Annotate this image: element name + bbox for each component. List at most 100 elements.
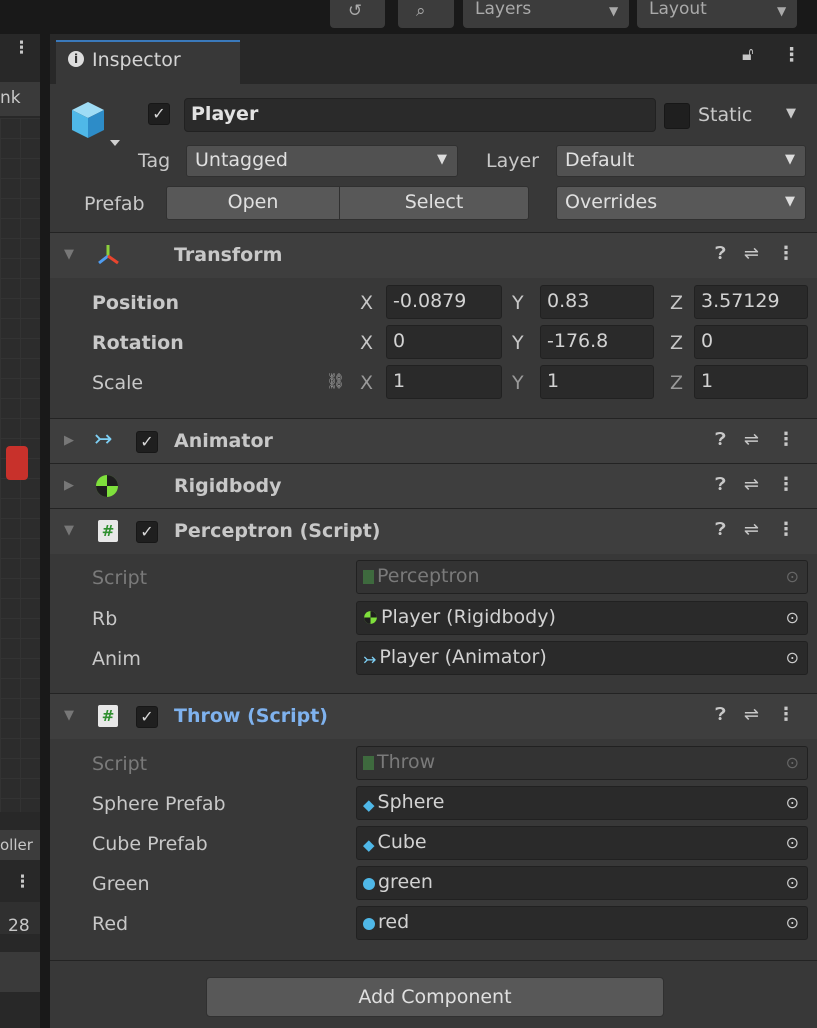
object-name-field[interactable]: Player xyxy=(184,98,656,132)
presets-icon[interactable]: ⇌ xyxy=(744,519,759,540)
presets-icon[interactable]: ⇌ xyxy=(744,704,759,725)
axis-y-label: Y xyxy=(512,372,524,394)
more-menu-icon[interactable]: ⋮ xyxy=(782,44,801,66)
animator-icon: ↣ xyxy=(363,650,377,669)
perceptron-header[interactable]: ▼ # ✓ Perceptron (Script) ❓︎ ⇌ ⋮ xyxy=(50,508,817,554)
static-checkbox[interactable] xyxy=(664,103,690,129)
perceptron-enabled-checkbox[interactable]: ✓ xyxy=(136,521,158,543)
help-icon[interactable]: ❓︎ xyxy=(715,704,726,725)
layers-dropdown[interactable]: Layers ▼ xyxy=(463,0,629,28)
sphere-prefab-value: Sphere xyxy=(377,791,445,813)
cube-prefab-value: Cube xyxy=(377,831,427,853)
throw-enabled-checkbox[interactable]: ✓ xyxy=(136,706,158,728)
throw-header[interactable]: ▼ # ✓ Throw (Script) ❓︎ ⇌ ⋮ xyxy=(50,693,817,739)
unlinked-scale-icon[interactable]: ⛓︎ xyxy=(326,372,345,390)
tag-dropdown[interactable]: Untagged ▼ xyxy=(186,145,458,177)
object-active-checkbox[interactable]: ✓ xyxy=(148,103,170,125)
object-picker-icon: ⊙ xyxy=(785,753,799,772)
position-y-value: 0.83 xyxy=(547,290,590,312)
prefab-open-button[interactable]: Open xyxy=(166,186,340,220)
more-menu-icon[interactable]: ⋮ xyxy=(777,429,795,450)
axis-z-label: Z xyxy=(670,372,684,394)
scale-x-field[interactable]: 1 xyxy=(386,365,502,399)
layer-value: Default xyxy=(565,149,635,171)
more-menu-icon[interactable]: ⋮ xyxy=(14,872,31,892)
object-picker-icon[interactable]: ⊙ xyxy=(786,643,799,673)
object-picker-icon: ⊙ xyxy=(785,567,799,586)
script-asset-icon xyxy=(363,570,374,584)
prefab-overrides-dropdown[interactable]: Overrides ▼ xyxy=(556,186,806,220)
layout-dropdown[interactable]: Layout ▼ xyxy=(637,0,797,28)
scale-z-field[interactable]: 1 xyxy=(694,365,808,399)
object-picker-icon[interactable]: ⊙ xyxy=(786,908,799,938)
more-menu-icon[interactable]: ⋮ xyxy=(777,704,795,725)
animator-header[interactable]: ▶ ↣ ✓ Animator ❓︎ ⇌ ⋮ xyxy=(50,418,817,464)
info-icon: i xyxy=(68,51,84,67)
rb-field[interactable]: Player (Rigidbody) ⊙ xyxy=(356,601,808,635)
help-icon[interactable]: ❓︎ xyxy=(715,519,726,540)
chevron-down-icon: ▼ xyxy=(609,4,619,18)
history-button[interactable]: ↺ xyxy=(330,0,385,28)
prefab-icon: ◆ xyxy=(363,796,375,814)
foldout-collapsed-icon[interactable]: ▶ xyxy=(64,478,74,493)
more-menu-icon[interactable]: ⋮ xyxy=(777,474,795,495)
foldout-expanded-icon[interactable]: ▼ xyxy=(64,247,74,262)
tag-value: Untagged xyxy=(195,149,288,171)
object-picker-icon[interactable]: ⊙ xyxy=(786,828,799,858)
more-menu-icon[interactable]: ⋮ xyxy=(13,38,30,58)
axis-x-label: X xyxy=(360,292,374,314)
prefab-cube-icon[interactable] xyxy=(66,96,122,152)
presets-icon[interactable]: ⇌ xyxy=(744,474,759,495)
transform-title: Transform xyxy=(174,244,283,266)
rigidbody-icon xyxy=(364,611,377,624)
search-button[interactable]: ⌕ xyxy=(398,0,454,28)
more-menu-icon[interactable]: ⋮ xyxy=(777,243,795,264)
cube-prefab-label: Cube Prefab xyxy=(92,833,208,855)
foldout-collapsed-icon[interactable]: ▶ xyxy=(64,433,74,448)
script-value: Perceptron xyxy=(377,565,480,587)
rigidbody-header[interactable]: ▶ Rigidbody ❓︎ ⇌ ⋮ xyxy=(50,463,817,509)
foldout-expanded-icon[interactable]: ▼ xyxy=(64,708,74,723)
script-icon: # xyxy=(98,520,118,542)
lock-icon[interactable]: 🔓︎ xyxy=(742,44,754,65)
prefab-select-button[interactable]: Select xyxy=(339,186,529,220)
rb-label: Rb xyxy=(92,608,118,630)
rotation-x-field[interactable]: 0 xyxy=(386,325,502,359)
more-menu-icon[interactable]: ⋮ xyxy=(777,519,795,540)
transform-icon xyxy=(98,245,119,265)
rigidbody-title: Rigidbody xyxy=(174,475,282,497)
sphere-prefab-field[interactable]: ◆ Sphere ⊙ xyxy=(356,786,808,820)
animator-enabled-checkbox[interactable]: ✓ xyxy=(136,431,158,453)
scale-y-field[interactable]: 1 xyxy=(540,365,654,399)
cube-prefab-field[interactable]: ◆ Cube ⊙ xyxy=(356,826,808,860)
presets-icon[interactable]: ⇌ xyxy=(744,429,759,450)
rotation-y-field[interactable]: -176.8 xyxy=(540,325,654,359)
green-field[interactable]: green ⊙ xyxy=(356,866,808,900)
anim-field[interactable]: ↣ Player (Animator) ⊙ xyxy=(356,641,808,675)
help-icon[interactable]: ❓︎ xyxy=(715,243,726,264)
chevron-down-icon: ▼ xyxy=(785,194,795,209)
axis-x-label: X xyxy=(360,372,374,394)
object-picker-icon[interactable]: ⊙ xyxy=(786,868,799,898)
layer-dropdown[interactable]: Default ▼ xyxy=(556,145,806,177)
tab-inspector[interactable]: i Inspector xyxy=(56,40,240,84)
help-icon[interactable]: ❓︎ xyxy=(715,474,726,495)
object-picker-icon[interactable]: ⊙ xyxy=(786,603,799,633)
script-asset-icon xyxy=(363,756,374,770)
help-icon[interactable]: ❓︎ xyxy=(715,429,726,450)
red-field[interactable]: red ⊙ xyxy=(356,906,808,940)
position-z-field[interactable]: 3.57129 xyxy=(694,285,808,319)
object-picker-icon[interactable]: ⊙ xyxy=(786,788,799,818)
rotation-z-field[interactable]: 0 xyxy=(694,325,808,359)
scale-x-value: 1 xyxy=(393,370,406,392)
presets-icon[interactable]: ⇌ xyxy=(744,243,759,264)
position-y-field[interactable]: 0.83 xyxy=(540,285,654,319)
axis-y-label: Y xyxy=(512,292,524,314)
static-dropdown-icon[interactable]: ▼ xyxy=(786,106,796,121)
transform-header[interactable]: ▼ Transform ❓︎ ⇌ ⋮ xyxy=(50,232,817,278)
script-label: Script xyxy=(92,567,148,589)
add-component-button[interactable]: Add Component xyxy=(206,977,664,1017)
position-x-field[interactable]: -0.0879 xyxy=(386,285,502,319)
foldout-expanded-icon[interactable]: ▼ xyxy=(64,523,74,538)
script-label: Script xyxy=(92,753,148,775)
